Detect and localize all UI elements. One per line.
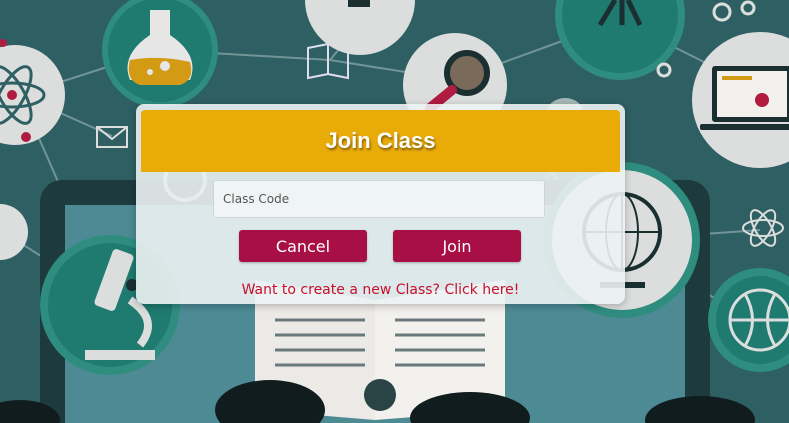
join-class-modal: Join Class Cancel Join Want to create a … [136, 104, 625, 304]
modal-title: Join Class [325, 128, 436, 153]
laptop-icon [692, 32, 789, 168]
tripod-icon [555, 0, 685, 80]
atom-icon [742, 209, 784, 247]
class-code-input[interactable] [213, 180, 545, 218]
basketball-icon [708, 268, 789, 372]
cancel-button[interactable]: Cancel [239, 230, 367, 262]
mail-icon [96, 126, 128, 148]
flask-icon [102, 0, 218, 108]
create-class-link[interactable]: Want to create a new Class? Click here! [136, 282, 625, 298]
join-button[interactable]: Join [393, 230, 521, 262]
modal-header: Join Class [141, 110, 620, 172]
atom-icon [0, 39, 65, 145]
